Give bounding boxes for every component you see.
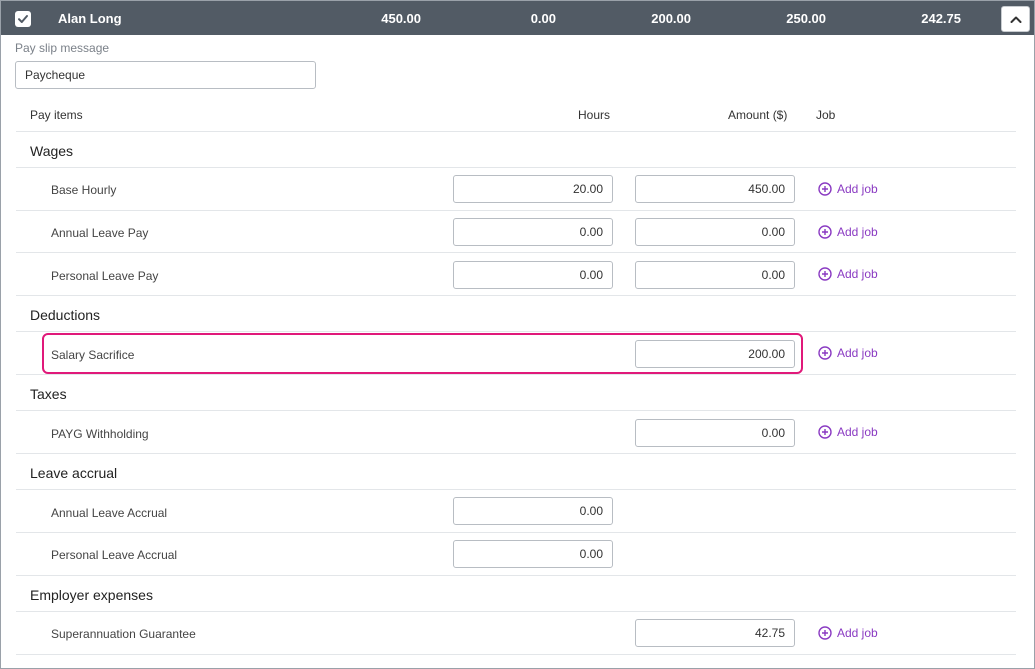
personal-leave-pay-hours-input[interactable]: 0.00 bbox=[453, 261, 613, 289]
pay-run-employee-panel bbox=[0, 0, 1035, 669]
add-job-label: Add job bbox=[837, 346, 878, 360]
pay-slip-message-label: Pay slip message bbox=[15, 41, 110, 55]
employee-select-checkbox[interactable] bbox=[15, 11, 31, 27]
divider bbox=[16, 295, 1016, 296]
pay-item-payg-withholding-label: PAYG Withholding bbox=[51, 427, 149, 441]
add-circle-icon bbox=[818, 182, 832, 196]
column-header-hours: Hours bbox=[578, 108, 611, 122]
personal-leave-accrual-hours-input[interactable]: 0.00 bbox=[453, 540, 613, 568]
divider bbox=[16, 489, 1016, 490]
divider bbox=[16, 611, 1016, 612]
pay-item-personal-leave-pay-label: Personal Leave Pay bbox=[51, 269, 159, 283]
add-circle-icon bbox=[818, 425, 832, 439]
divider bbox=[16, 131, 1016, 132]
check-icon bbox=[18, 15, 28, 23]
chevron-up-icon bbox=[1010, 16, 1022, 23]
base-hourly-hours-input[interactable]: 20.00 bbox=[453, 175, 613, 203]
divider bbox=[16, 654, 1016, 655]
add-job-label: Add job bbox=[837, 225, 878, 239]
divider bbox=[16, 410, 1016, 411]
pay-item-annual-leave-accrual-label: Annual Leave Accrual bbox=[51, 506, 168, 520]
add-job-label: Add job bbox=[837, 626, 878, 640]
personal-leave-pay-add-job-link[interactable]: Add job bbox=[818, 266, 878, 282]
annual-leave-pay-hours-input[interactable]: 0.00 bbox=[453, 218, 613, 246]
payg-withholding-amount-input[interactable]: 0.00 bbox=[635, 419, 795, 447]
header-value-taxes: 250.00 bbox=[786, 11, 826, 26]
add-circle-icon bbox=[818, 267, 832, 281]
column-header-pay-items: Pay items bbox=[30, 108, 83, 122]
add-circle-icon bbox=[818, 225, 832, 239]
divider bbox=[16, 210, 1016, 211]
superannuation-guarantee-add-job-link[interactable]: Add job bbox=[818, 625, 878, 641]
pay-item-superannuation-guarantee-label: Superannuation Guarantee bbox=[51, 627, 196, 641]
personal-leave-pay-amount-input[interactable]: 0.00 bbox=[635, 261, 795, 289]
add-job-label: Add job bbox=[837, 425, 878, 439]
pay-item-salary-sacrifice-label: Salary Sacrifice bbox=[51, 348, 135, 362]
column-header-amount: Amount ($) bbox=[728, 108, 788, 122]
base-hourly-add-job-link[interactable]: Add job bbox=[818, 181, 878, 197]
salary-sacrifice-add-job-link[interactable]: Add job bbox=[818, 345, 878, 361]
divider bbox=[16, 167, 1016, 168]
pay-item-annual-leave-pay-label: Annual Leave Pay bbox=[51, 226, 149, 240]
add-circle-icon bbox=[818, 626, 832, 640]
superannuation-guarantee-amount-input[interactable]: 42.75 bbox=[635, 619, 795, 647]
header-value-wages: 450.00 bbox=[381, 11, 421, 26]
section-title-wages: Wages bbox=[30, 143, 74, 159]
add-job-label: Add job bbox=[837, 182, 878, 196]
employee-name: Alan Long bbox=[58, 11, 122, 26]
divider bbox=[16, 374, 1016, 375]
column-header-job: Job bbox=[816, 108, 836, 122]
section-title-leave-accrual: Leave accrual bbox=[30, 465, 118, 481]
pay-slip-message-input[interactable]: Paycheque bbox=[15, 61, 316, 89]
collapse-button[interactable] bbox=[1001, 6, 1030, 32]
add-job-label: Add job bbox=[837, 267, 878, 281]
divider bbox=[16, 575, 1016, 576]
section-title-employer-expenses: Employer expenses bbox=[30, 587, 153, 603]
section-title-deductions: Deductions bbox=[30, 307, 101, 323]
add-circle-icon bbox=[818, 346, 832, 360]
section-title-taxes: Taxes bbox=[30, 386, 67, 402]
divider bbox=[16, 453, 1016, 454]
base-hourly-amount-input[interactable]: 450.00 bbox=[635, 175, 795, 203]
annual-leave-pay-add-job-link[interactable]: Add job bbox=[818, 224, 878, 240]
payg-withholding-add-job-link[interactable]: Add job bbox=[818, 424, 878, 440]
divider bbox=[16, 331, 1016, 332]
salary-sacrifice-amount-input[interactable]: 200.00 bbox=[635, 340, 795, 368]
header-value-net-pay: 242.75 bbox=[921, 11, 961, 26]
divider bbox=[16, 252, 1016, 253]
pay-item-base-hourly-label: Base Hourly bbox=[51, 183, 117, 197]
annual-leave-pay-amount-input[interactable]: 0.00 bbox=[635, 218, 795, 246]
pay-item-personal-leave-accrual-label: Personal Leave Accrual bbox=[51, 548, 178, 562]
divider bbox=[16, 532, 1016, 533]
header-value-deductions: 200.00 bbox=[651, 11, 691, 26]
header-value-allowances: 0.00 bbox=[530, 11, 556, 26]
employee-header-bar[interactable]: Alan Long 450.00 0.00 200.00 250.00 242.… bbox=[1, 1, 1034, 35]
annual-leave-accrual-hours-input[interactable]: 0.00 bbox=[453, 497, 613, 525]
